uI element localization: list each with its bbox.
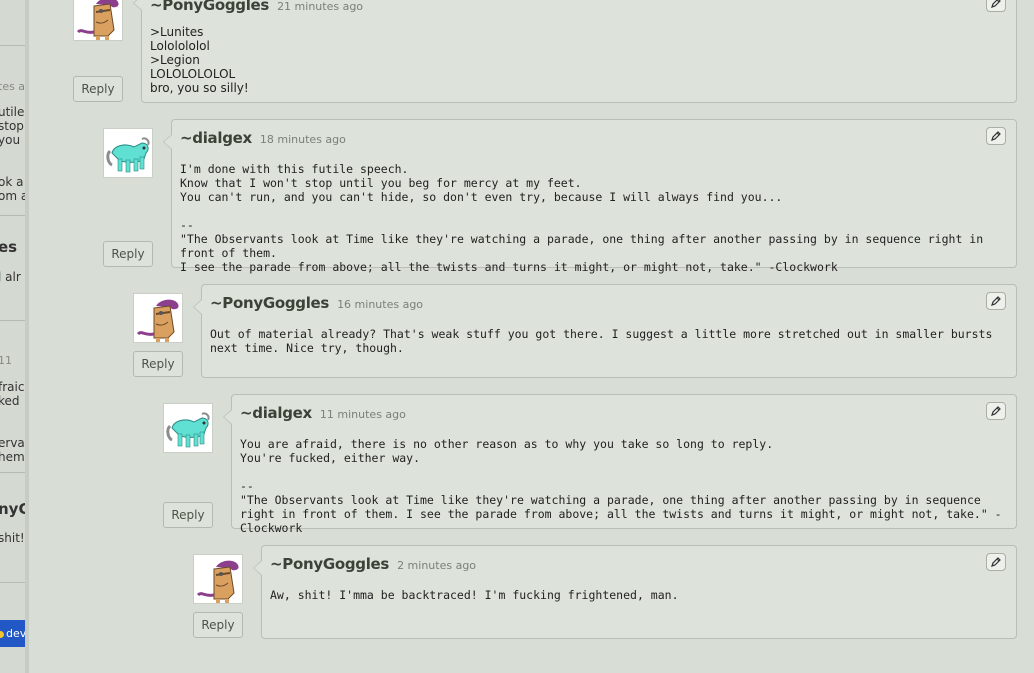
fragment-text: tes a <box>0 80 25 93</box>
fragment-author: nyG <box>0 500 25 518</box>
reply-button[interactable]: Reply <box>103 241 153 267</box>
divider <box>0 215 25 216</box>
author-name[interactable]: ~dialgex <box>240 404 312 422</box>
column-separator <box>25 0 29 673</box>
comment-author[interactable]: ~PonyGoggles 16 minutes ago <box>210 294 423 312</box>
edit-button[interactable] <box>986 553 1006 571</box>
comment-body: >Lunites Lololololol >Legion LOLOLOLOLOL… <box>150 25 249 95</box>
edit-button[interactable] <box>986 292 1006 310</box>
comment-time[interactable]: 18 minutes ago <box>260 133 346 146</box>
pony-avatar-icon <box>166 411 211 449</box>
pony-avatar-icon <box>136 298 181 342</box>
deviantart-tab[interactable]: dev <box>0 620 25 647</box>
fragment-text: hem. <box>0 450 25 464</box>
reply-button[interactable]: Reply <box>73 76 123 102</box>
dev-tab-label: dev <box>6 627 25 640</box>
fragment-text: 11 <box>0 354 12 367</box>
comment-bubble: ~PonyGoggles 21 minutes ago >Lunites Lolo… <box>133 0 1017 103</box>
status-dot-icon <box>0 630 4 638</box>
fragment-text: ked <box>0 394 20 408</box>
avatar[interactable] <box>73 0 123 41</box>
reply-button[interactable]: Reply <box>133 351 183 377</box>
pencil-icon <box>991 131 1001 141</box>
pony-avatar-icon <box>76 0 121 40</box>
comment-author[interactable]: ~dialgex 18 minutes ago <box>180 129 346 147</box>
comment-time[interactable]: 21 minutes ago <box>277 0 363 13</box>
comment-body: I'm done with this futile speech. Know t… <box>180 162 984 274</box>
fragment-text: stop <box>0 119 24 133</box>
comment-author[interactable]: ~PonyGoggles 2 minutes ago <box>270 555 476 573</box>
fragment-text: shit! <box>0 531 25 545</box>
edit-button[interactable] <box>986 0 1006 12</box>
comment-author[interactable]: ~dialgex 11 minutes ago <box>240 404 406 422</box>
comment-time[interactable]: 2 minutes ago <box>397 559 476 572</box>
comment-bubble: ~PonyGoggles 16 minutes ago Out of materi… <box>193 284 1017 378</box>
avatar[interactable] <box>133 293 183 343</box>
pencil-icon <box>991 406 1001 416</box>
edit-button[interactable] <box>986 402 1006 420</box>
avatar[interactable] <box>163 403 213 453</box>
comment-time[interactable]: 11 minutes ago <box>320 408 406 421</box>
avatar[interactable] <box>103 128 153 178</box>
divider <box>0 320 25 321</box>
divider <box>0 45 25 46</box>
comment-bubble: ~dialgex 11 minutes ago You are afraid, t… <box>223 394 1017 535</box>
pencil-icon <box>991 557 1001 567</box>
fragment-text: erva <box>0 436 25 450</box>
fragment-text: you <box>0 133 21 147</box>
comment-bubble: ~dialgex 18 minutes ago I'm done with thi… <box>163 119 1017 274</box>
fragment-text: l alr <box>0 270 21 284</box>
fragment-author: es <box>0 238 18 256</box>
pony-avatar-icon <box>196 559 241 603</box>
reply-button[interactable]: Reply <box>193 612 243 638</box>
edit-button[interactable] <box>986 127 1006 145</box>
pencil-icon <box>991 296 1001 306</box>
left-column-cutoff: tes a utile stop you ok a om a es l alr … <box>0 0 25 673</box>
comment-body: Aw, shit! I'mma be backtraced! I'm fucki… <box>270 588 679 602</box>
fragment-text: fraic <box>0 380 25 394</box>
fragment-text: utile <box>0 105 25 119</box>
divider <box>0 582 25 583</box>
fragment-text: ok a <box>0 175 24 189</box>
author-name[interactable]: ~PonyGoggles <box>150 0 269 14</box>
author-name[interactable]: ~PonyGoggles <box>210 294 329 312</box>
reply-button[interactable]: Reply <box>163 502 213 528</box>
author-name[interactable]: ~dialgex <box>180 129 252 147</box>
pencil-icon <box>991 0 1001 8</box>
avatar[interactable] <box>193 554 243 604</box>
comment-time[interactable]: 16 minutes ago <box>337 298 423 311</box>
pony-avatar-icon <box>106 136 151 174</box>
divider <box>0 472 25 473</box>
fragment-text: om a <box>0 189 25 203</box>
comment-body: You are afraid, there is no other reason… <box>240 437 1002 535</box>
comment-author[interactable]: ~PonyGoggles 21 minutes ago <box>150 0 363 14</box>
comment-bubble: ~PonyGoggles 2 minutes ago Aw, shit! I'mm… <box>253 545 1017 639</box>
author-name[interactable]: ~PonyGoggles <box>270 555 389 573</box>
comment-body: Out of material already? That's weak stu… <box>210 327 1000 355</box>
